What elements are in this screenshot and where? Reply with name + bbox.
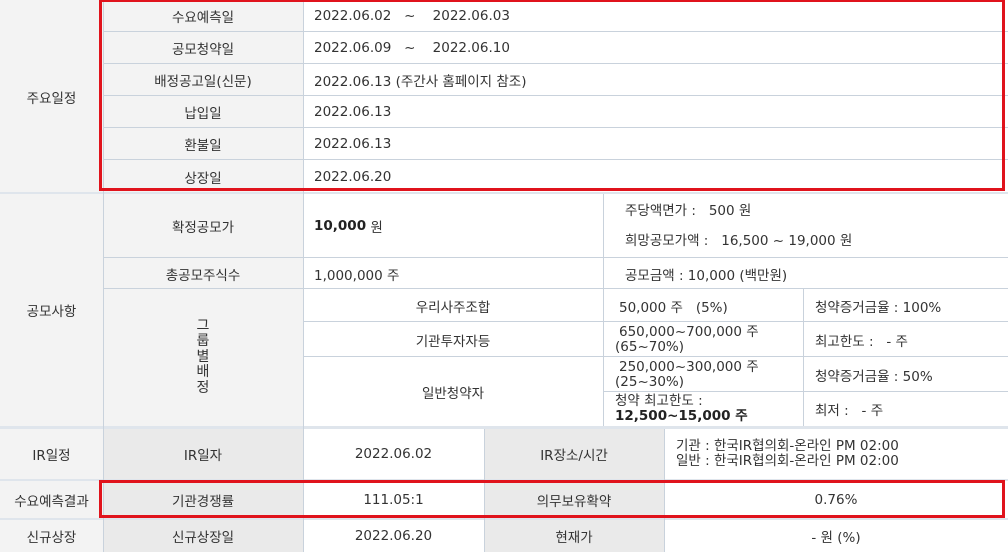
competition-rate-value: 111.05:1: [303, 481, 484, 518]
group-allocation-label: 그 룹 별 배 정: [103, 289, 303, 426]
schedule-label-payment: 납입일: [103, 96, 303, 128]
section-divider: [0, 426, 1008, 429]
schedule-label-allotment-notice: 배정공고일(신문): [103, 64, 303, 96]
group-label-char: 별: [196, 348, 210, 365]
demand-section-label: 수요예측결과: [0, 481, 103, 518]
col-divider: [603, 194, 604, 426]
schedule-value-demand-forecast: 2022.06.02 ~ 2022.06.03: [303, 0, 1008, 32]
ir-place-institution: 기관 : 한국IR협의회-온라인 PM 02:00: [676, 438, 899, 454]
listing-date-value: 2022.06.20: [303, 520, 484, 552]
row-divider: [603, 391, 1008, 392]
group-shares-retail: 250,000~300,000 주 (25~30%): [603, 357, 803, 392]
group-label-char: 정: [196, 379, 210, 396]
group-note-institution: 최고한도 : - 주: [803, 322, 1008, 357]
retail-shares-range: 250,000~300,000 주: [619, 358, 759, 375]
lockup-rate-label: 의무보유확약: [484, 481, 664, 518]
row-divider: [103, 127, 1008, 128]
row-divider: [103, 63, 1008, 64]
offering-section-label: 공모사항: [0, 194, 103, 426]
price-details: 주당액면가 : 500 원 희망공모가액 : 16,500 ~ 19,000 원: [603, 194, 1008, 258]
ir-place-retail: 일반 : 한국IR협의회-온라인 PM 02:00: [676, 453, 899, 469]
group-label-char: 그: [196, 317, 210, 334]
final-price-unit: 원: [366, 220, 383, 236]
current-price-value: - 원 (%): [664, 520, 1008, 552]
schedule-value-payment: 2022.06.13: [303, 96, 1008, 128]
row-divider: [303, 356, 1008, 357]
group-label-char: 배: [196, 364, 210, 381]
schedule-value-refund: 2022.06.13: [303, 128, 1008, 160]
ir-section-label: IR일정: [0, 429, 103, 479]
retail-shares-pct: (25~30%): [615, 373, 685, 390]
col-divider: [484, 429, 485, 552]
total-shares-label: 총공모주식수: [103, 258, 303, 289]
competition-rate-label: 기관경쟁률: [103, 481, 303, 518]
ir-place-label: IR장소/시간: [484, 429, 664, 479]
section-divider: [0, 192, 1008, 194]
group-shares-employee: 50,000 주 (5%): [603, 289, 803, 322]
row-divider: [103, 159, 1008, 160]
group-note-employee: 청약증거금율 : 100%: [803, 289, 1008, 322]
group-note-retail: 청약증거금율 : 50%: [803, 357, 1008, 392]
offering-amount: 공모금액 : 10,000 (백만원): [603, 258, 1008, 289]
final-price-value: 10,000 원: [303, 194, 603, 258]
group-label-char: 룹: [196, 333, 210, 350]
lockup-rate-value: 0.76%: [664, 481, 1008, 518]
schedule-label-listing: 상장일: [103, 160, 303, 193]
col-divider: [664, 429, 665, 552]
row-divider: [103, 288, 1008, 289]
retail-max-limit-label: 청약 최고한도 :: [615, 393, 703, 409]
ir-place-value: 기관 : 한국IR협의회-온라인 PM 02:00 일반 : 한국IR협의회-온…: [664, 429, 1008, 479]
col-divider: [303, 0, 304, 552]
retail-max-limit: 청약 최고한도 : 12,500~15,000 주: [603, 392, 803, 426]
section-divider: [0, 479, 1008, 481]
par-value: 주당액면가 : 500 원: [625, 203, 752, 219]
group-name-institution: 기관투자자등: [303, 322, 603, 357]
group-shares-institution: 650,000~700,000 주 (65~70%): [603, 322, 803, 357]
current-price-label: 현재가: [484, 520, 664, 552]
retail-min-limit: 최저 : - 주: [803, 392, 1008, 426]
schedule-value-allotment-notice: 2022.06.13 (주간사 홈페이지 참조): [303, 64, 1008, 96]
hope-price: 희망공모가액 : 16,500 ~ 19,000 원: [625, 233, 853, 249]
institution-shares-pct: (65~70%): [615, 338, 685, 355]
col-divider: [803, 289, 804, 426]
schedule-label-refund: 환불일: [103, 128, 303, 160]
final-price-label: 확정공모가: [103, 194, 303, 258]
group-name-employee: 우리사주조합: [303, 289, 603, 322]
listing-date-label: 신규상장일: [103, 520, 303, 552]
col-divider: [103, 0, 104, 552]
row-divider: [103, 95, 1008, 96]
schedule-label-subscription: 공모청약일: [103, 32, 303, 64]
schedule-value-subscription: 2022.06.09 ~ 2022.06.10: [303, 32, 1008, 64]
total-shares-value: 1,000,000 주: [303, 258, 603, 289]
ir-date-value: 2022.06.02: [303, 429, 484, 479]
retail-max-limit-value: 12,500~15,000 주: [615, 408, 748, 424]
row-divider: [303, 321, 1008, 322]
row-divider: [103, 257, 1008, 258]
listing-section-label: 신규상장: [0, 520, 103, 552]
ir-date-label: IR일자: [103, 429, 303, 479]
row-divider: [103, 31, 1008, 32]
schedule-label-demand-forecast: 수요예측일: [103, 0, 303, 32]
schedule-value-listing: 2022.06.20: [303, 160, 1008, 193]
group-name-retail: 일반청약자: [303, 357, 603, 426]
final-price-number: 10,000: [314, 218, 367, 234]
section-divider: [0, 518, 1008, 520]
institution-shares-range: 650,000~700,000 주: [619, 323, 759, 340]
schedule-section-label: 주요일정: [0, 0, 103, 193]
